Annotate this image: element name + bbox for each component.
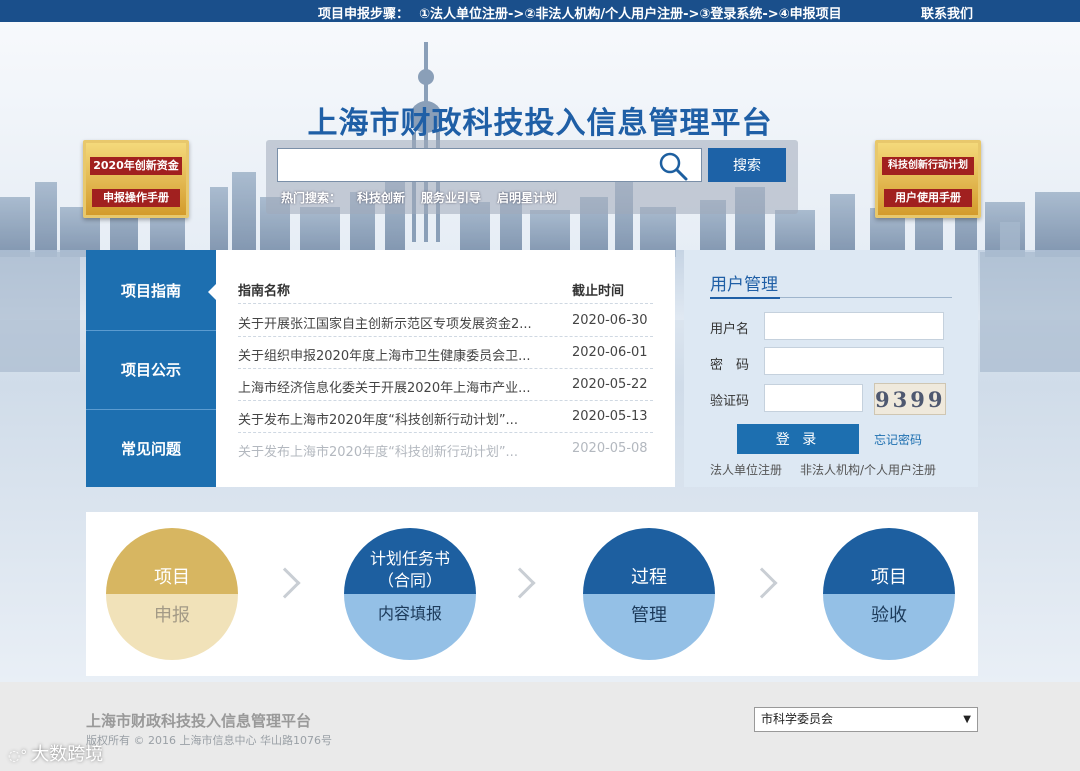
hot-search: 热门搜索： 科技创新 服务业引导 启明星计划 [281,189,573,206]
step-bottom-label: 内容填报 [377,604,442,623]
chevron-down-icon: ▼ [963,714,971,725]
process-step-acceptance[interactable]: 项目 验收 [823,528,955,660]
watermark-text: 大数跨境 [31,744,104,765]
step-bottom-label: 管理 [631,605,667,626]
forgot-password-link[interactable]: 忘记密码 [874,431,922,448]
active-tab-indicator [208,284,216,300]
badge-left-line2: 申报操作手册 [92,189,180,207]
chat-bubble-icon: ◌° [8,748,28,764]
step-1-link[interactable]: ①法人单位注册-> [419,7,524,22]
register-individual-link[interactable]: 非法人机构/个人用户注册 [800,461,936,478]
user-panel-title: 用户管理 [710,275,778,295]
list-item[interactable]: 关于开展张江国家自主创新示范区专项发展资金2... 2020-06-30 [238,305,653,337]
user-login-panel: 用户管理 用户名 密 码 验证码 9399 登 录 忘记密码 法人单位注册 非法… [684,250,978,487]
col-guide-name: 指南名称 [238,284,291,299]
user-manual-badge[interactable]: 科技创新行动计划 用户使用手册 [875,140,981,218]
process-step-management[interactable]: 过程 管理 [583,528,715,660]
password-field[interactable] [764,347,944,375]
list-item[interactable]: 关于发布上海市2020年度“科技创新行动计划”... 2020-05-13 [238,401,653,433]
guide-date: 2020-05-08 [572,441,648,456]
process-step-apply[interactable]: 项目 申报 [106,528,238,660]
step-top: 项目 [823,528,955,594]
step-bottom: 申报 [106,594,238,660]
chevron-right-icon [746,567,778,599]
footer-title: 上海市财政科技投入信息管理平台 [86,712,312,730]
password-label: 密 码 [710,358,750,373]
org-select[interactable]: 市科学委员会 ▼ [754,707,978,732]
guide-title: 关于发布上海市2020年度“科技创新行动计划”... [238,413,518,428]
guide-date: 2020-05-13 [572,409,648,424]
step-4-link[interactable]: ④申报项目 [779,7,842,22]
hot-search-label: 热门搜索： [281,191,342,205]
footer-copyright: 版权所有 © 2016 上海市信息中心 华山路1076号 [86,734,332,747]
username-field[interactable] [764,312,944,340]
site-title: 上海市财政科技投入信息管理平台 [307,106,773,141]
org-select-value: 市科学委员会 [761,712,834,726]
hot-keyword-1[interactable]: 科技创新 [357,191,405,205]
step-top: 项目 [106,528,238,594]
captcha-label: 验证码 [710,394,750,409]
step-bottom-label: 申报 [154,605,190,626]
col-deadline: 截止时间 [572,284,625,299]
innovation-fund-manual-badge[interactable]: 2020年创新资金 申报操作手册 [83,140,189,218]
register-legal-link[interactable]: 法人单位注册 [710,461,782,478]
guide-title: 关于发布上海市2020年度“科技创新行动计划”... [238,445,518,460]
search-input[interactable] [277,148,702,182]
search-button[interactable]: 搜索 [708,148,786,182]
list-divider [238,303,653,304]
list-item[interactable]: 关于发布上海市2020年度“科技创新行动计划”... 2020-05-08 [238,433,653,465]
hot-keyword-2[interactable]: 服务业引导 [421,191,481,205]
apply-steps: 项目申报步骤： ①法人单位注册->②非法人机构/个人用户注册->③登录系统->④申… [318,3,852,22]
contact-us-link[interactable]: 联系我们 [921,3,973,22]
tab-faq[interactable]: 常见问题 [86,409,216,488]
badge-right-line1: 科技创新行动计划 [882,157,974,175]
step-2-link[interactable]: ②非法人机构/个人用户注册-> [524,7,699,22]
guide-title: 上海市经济信息化委关于开展2020年上海市产业... [238,381,531,396]
captcha-field[interactable] [764,384,863,412]
step-top: 过程 [583,528,715,594]
search-icon[interactable] [658,151,688,181]
tab-project-notice[interactable]: 项目公示 [86,330,216,409]
guide-title: 关于开展张江国家自主创新示范区专项发展资金2... [238,317,532,332]
guide-list: 指南名称 截止时间 关于开展张江国家自主创新示范区专项发展资金2... 2020… [216,250,675,487]
step-bottom: 内容填报 [344,594,476,660]
steps-label: 项目申报步骤： [318,7,410,22]
step-top-label: 项目 [871,567,907,588]
title-underline [710,297,780,299]
step-top-label: 项目 [154,567,190,588]
badge-left-line1: 2020年创新资金 [90,157,182,175]
hot-keyword-3[interactable]: 启明星计划 [497,191,557,205]
step-top-label: 计划任务书 （合同） [369,549,450,590]
step-bottom-label: 验收 [871,605,907,626]
chevron-right-icon [269,567,301,599]
login-button[interactable]: 登 录 [737,424,859,454]
step-3-link[interactable]: ③登录系统-> [699,7,778,22]
guide-date: 2020-06-30 [572,313,648,328]
step-bottom: 验收 [823,594,955,660]
process-steps: 项目 申报 计划任务书 （合同） 内容填报 过程 管理 项目 验收 [86,512,978,676]
tab-project-guide[interactable]: 项目指南 [86,252,216,331]
username-label: 用户名 [710,322,750,337]
chevron-right-icon [504,567,536,599]
step-bottom: 管理 [583,594,715,660]
captcha-image[interactable]: 9399 [874,383,946,415]
footer: 上海市财政科技投入信息管理平台 版权所有 © 2016 上海市信息中心 华山路1… [0,682,1080,771]
badge-right-line2: 用户使用手册 [884,189,972,207]
list-item[interactable]: 关于组织申报2020年度上海市卫生健康委员会卫... 2020-06-01 [238,337,653,369]
guide-title: 关于组织申报2020年度上海市卫生健康委员会卫... [238,349,531,364]
guide-date: 2020-06-01 [572,345,648,360]
list-item[interactable]: 上海市经济信息化委关于开展2020年上海市产业... 2020-05-22 [238,369,653,401]
top-nav-bar: 项目申报步骤： ①法人单位注册->②非法人机构/个人用户注册->③登录系统->④申… [0,0,1080,22]
step-top: 计划任务书 （合同） [344,528,476,594]
left-tab-menu: 项目指南 项目公示 常见问题 [86,250,216,487]
step-top-label: 过程 [631,567,667,588]
guide-date: 2020-05-22 [572,377,648,392]
process-step-task-contract[interactable]: 计划任务书 （合同） 内容填报 [344,528,476,660]
watermark: ◌° 大数跨境 [8,740,103,766]
